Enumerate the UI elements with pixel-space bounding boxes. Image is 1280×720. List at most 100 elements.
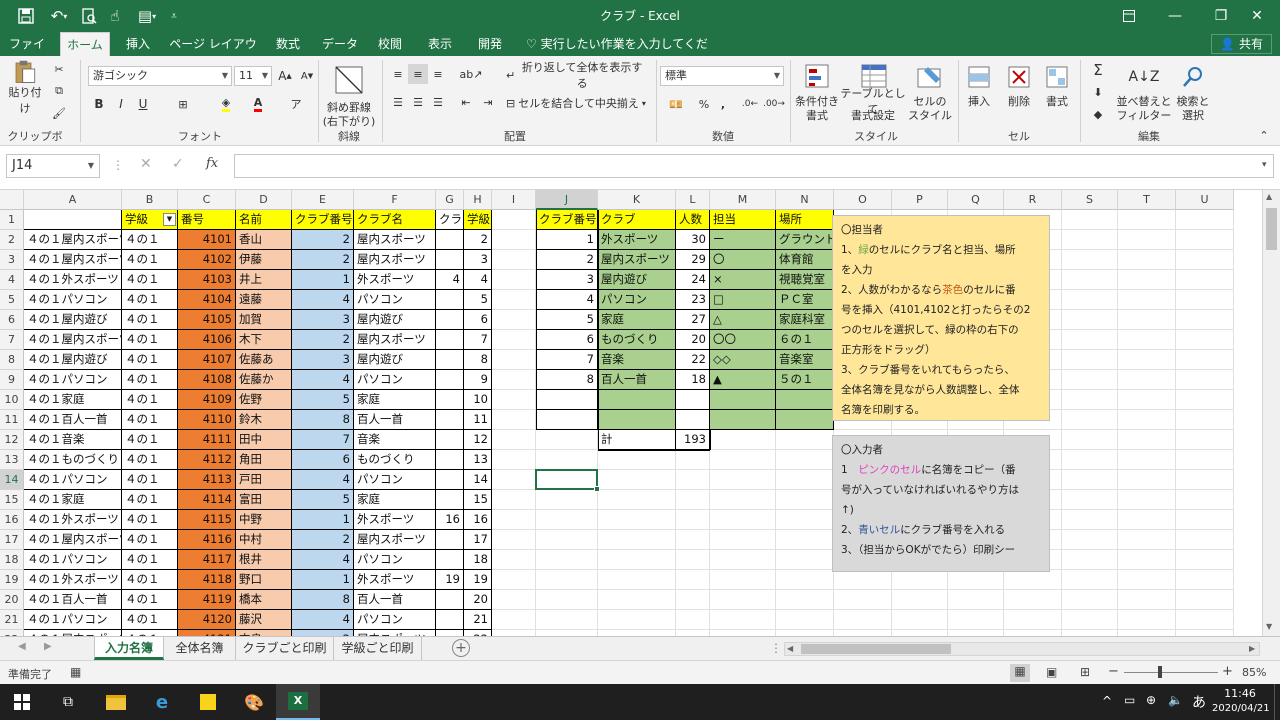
zoom-slider-track[interactable] [1124, 672, 1218, 673]
cell[interactable] [598, 530, 676, 550]
cell[interactable] [776, 550, 834, 570]
roster-class-club[interactable]: ４の１百人一首 [24, 590, 122, 610]
roster-class[interactable]: ４の１ [122, 450, 178, 470]
cell[interactable] [1118, 510, 1176, 530]
cell[interactable] [1062, 450, 1118, 470]
roster-name[interactable]: 田中 [236, 430, 292, 450]
print-preview-icon[interactable] [78, 0, 100, 32]
roster-number[interactable]: 4107 [178, 350, 236, 370]
row-header[interactable]: 20 [0, 590, 24, 610]
cell[interactable] [1062, 230, 1118, 250]
row-header[interactable]: 9 [0, 370, 24, 390]
roster-club-count[interactable] [436, 410, 464, 430]
cell[interactable] [676, 530, 710, 550]
roster-club-name[interactable]: 屋内遊び [354, 350, 436, 370]
roster-class-club[interactable]: ４の１パソコン [24, 550, 122, 570]
roster-name[interactable]: 佐藤か [236, 370, 292, 390]
roster-club-number[interactable]: 2 [292, 530, 354, 550]
merge-center-button[interactable]: ⊟ セルを結合して中央揃え ▾ [506, 92, 654, 114]
column-header-l[interactable]: L [676, 190, 710, 210]
roster-name[interactable]: 木下 [236, 330, 292, 350]
cell[interactable] [536, 510, 598, 530]
cell[interactable] [1176, 290, 1234, 310]
cell[interactable] [1004, 590, 1062, 610]
macro-record-icon[interactable]: ▦ [70, 665, 81, 679]
tab-view[interactable]: 表示 [420, 32, 460, 56]
roster-class-count[interactable]: 12 [464, 430, 492, 450]
roster-club-name[interactable]: 屋内スポーツ [354, 330, 436, 350]
cell[interactable] [492, 270, 536, 290]
volume-icon[interactable]: 🔈 [1168, 693, 1183, 707]
club-name[interactable] [598, 410, 676, 430]
cell[interactable] [536, 570, 598, 590]
ribbon-display-icon[interactable] [1106, 0, 1152, 32]
roster-club-number[interactable]: 4 [292, 370, 354, 390]
roster-class-count[interactable]: 13 [464, 450, 492, 470]
roster-class-count[interactable]: 8 [464, 350, 492, 370]
edge-icon[interactable]: e [140, 684, 184, 720]
roster-class[interactable]: ４の１ [122, 310, 178, 330]
cell[interactable] [676, 510, 710, 530]
header-cell-g[interactable]: クラ [436, 210, 464, 230]
roster-club-number[interactable]: 4 [292, 470, 354, 490]
total-value[interactable]: 193 [676, 430, 710, 450]
cell[interactable] [492, 550, 536, 570]
roster-number[interactable]: 4115 [178, 510, 236, 530]
diagonal-border-icon[interactable] [326, 60, 372, 100]
tab-splitter-icon[interactable]: ⋮ [770, 641, 782, 655]
roster-class[interactable]: ４の１ [122, 430, 178, 450]
roster-number[interactable]: 4116 [178, 530, 236, 550]
row-header[interactable]: 14 [0, 470, 24, 490]
paint-icon[interactable]: 🎨 [232, 684, 276, 720]
align-bottom-icon[interactable]: ≡ [428, 64, 448, 84]
club-number[interactable]: 8 [536, 370, 598, 390]
enter-icon[interactable]: ✓ [172, 156, 184, 172]
column-header-r[interactable]: R [1004, 190, 1062, 210]
roster-class-count[interactable]: 21 [464, 610, 492, 630]
roster-name[interactable]: 中野 [236, 510, 292, 530]
customize-qat-icon[interactable]: ⩡ [166, 0, 182, 32]
cell[interactable] [1176, 270, 1234, 290]
cell[interactable] [492, 510, 536, 530]
cell[interactable] [1176, 550, 1234, 570]
cell[interactable] [710, 550, 776, 570]
roster-class-count[interactable]: 14 [464, 470, 492, 490]
roster-club-name[interactable]: 屋内スポーツ [354, 230, 436, 250]
row-header[interactable]: 17 [0, 530, 24, 550]
header-cell-c[interactable]: 番号 [178, 210, 236, 230]
save-icon[interactable] [14, 0, 38, 32]
format-cells-icon[interactable] [1040, 60, 1074, 94]
cell[interactable] [1118, 490, 1176, 510]
roster-class[interactable]: ４の１ [122, 350, 178, 370]
scroll-down-icon[interactable]: ▼ [1266, 622, 1272, 631]
club-teacher[interactable]: ▲ [710, 370, 776, 390]
club-name[interactable] [598, 390, 676, 410]
roster-name[interactable]: 佐藤あ [236, 350, 292, 370]
roster-club-number[interactable]: 6 [292, 450, 354, 470]
tab-file[interactable]: ファイル [4, 32, 50, 75]
roster-name[interactable]: 富田 [236, 490, 292, 510]
cell[interactable] [710, 490, 776, 510]
club-count[interactable]: 27 [676, 310, 710, 330]
roster-class-club[interactable]: ４の１屋内スポーツ [24, 230, 122, 250]
header-cell-h[interactable]: 学級 [464, 210, 492, 230]
align-center-icon[interactable]: ☰ [408, 92, 428, 112]
cell[interactable] [1118, 550, 1176, 570]
roster-club-name[interactable]: 外スポーツ [354, 270, 436, 290]
roster-club-number[interactable]: 5 [292, 490, 354, 510]
roster-club-count[interactable] [436, 450, 464, 470]
roster-name[interactable]: 井上 [236, 270, 292, 290]
club-teacher[interactable]: △ [710, 310, 776, 330]
roster-club-count[interactable] [436, 390, 464, 410]
cut-icon[interactable]: ✂ [48, 60, 70, 78]
row-header[interactable]: 6 [0, 310, 24, 330]
club-place[interactable] [776, 410, 834, 430]
cell[interactable] [536, 430, 598, 450]
tab-insert[interactable]: 挿入 [118, 32, 158, 56]
roster-club-count[interactable] [436, 470, 464, 490]
sheet-tab-club-print[interactable]: クラブごと印刷 [236, 637, 334, 660]
cell[interactable] [892, 590, 948, 610]
roster-class-club[interactable]: ４の１家庭 [24, 390, 122, 410]
cell[interactable] [1062, 330, 1118, 350]
cell[interactable] [1118, 530, 1176, 550]
